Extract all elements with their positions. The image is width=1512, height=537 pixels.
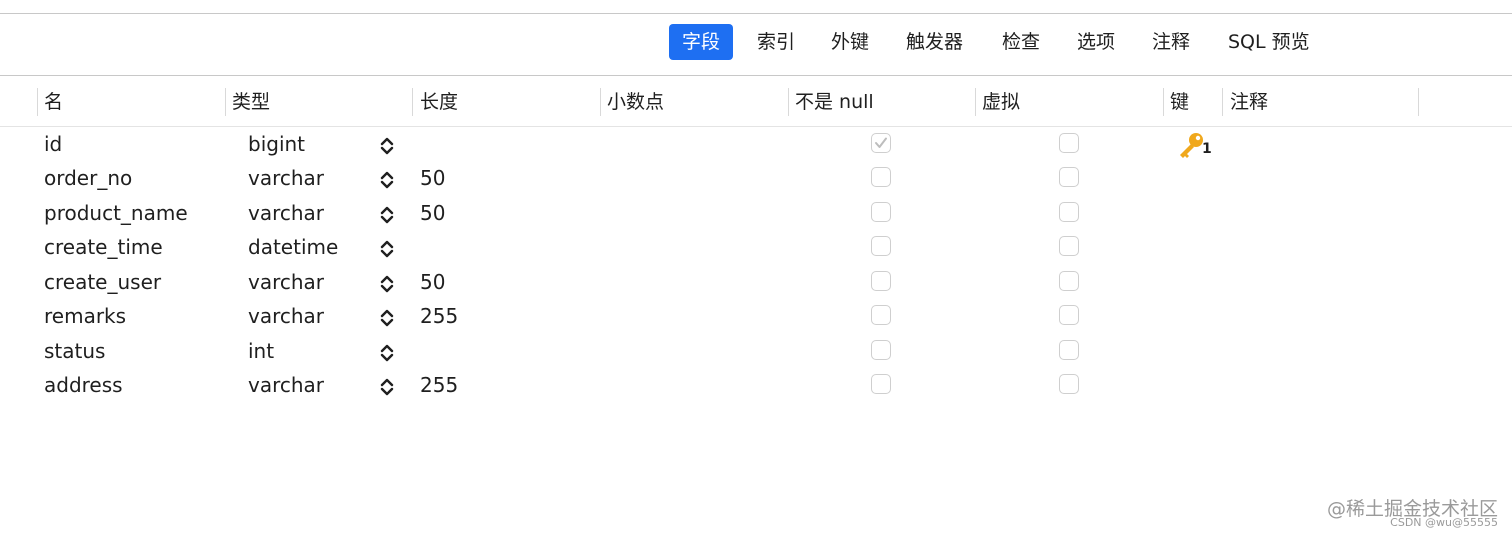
field-type-cell[interactable]: varchar: [248, 299, 324, 333]
column-header-comment[interactable]: 注释: [1230, 89, 1268, 115]
type-stepper-icon[interactable]: [378, 376, 396, 398]
not-null-checkbox[interactable]: [871, 167, 891, 187]
column-header-not-null[interactable]: 不是 null: [795, 89, 874, 115]
not-null-checkbox[interactable]: [871, 340, 891, 360]
field-length-cell[interactable]: 50: [420, 196, 445, 230]
not-null-checkbox[interactable]: [871, 305, 891, 325]
table-row[interactable]: order_no varchar 50: [0, 161, 1512, 195]
column-header-type[interactable]: 类型: [232, 89, 270, 115]
field-length-cell[interactable]: 255: [420, 299, 458, 333]
tab-indexes[interactable]: 索引: [757, 24, 795, 60]
field-name-cell[interactable]: remarks: [44, 299, 126, 333]
not-null-checkbox[interactable]: [871, 374, 891, 394]
virtual-checkbox[interactable]: [1059, 340, 1079, 360]
field-name-cell[interactable]: id: [44, 127, 62, 161]
table-row[interactable]: create_user varchar 50: [0, 265, 1512, 299]
tab-fields[interactable]: 字段: [669, 24, 734, 60]
virtual-checkbox[interactable]: [1059, 167, 1079, 187]
column-header-decimals[interactable]: 小数点: [607, 89, 664, 115]
check-icon: [875, 137, 887, 148]
table-row[interactable]: remarks varchar 255: [0, 299, 1512, 333]
virtual-checkbox[interactable]: [1059, 133, 1079, 153]
field-length-cell[interactable]: 50: [420, 265, 445, 299]
type-stepper-icon[interactable]: [378, 204, 396, 226]
field-type-cell[interactable]: varchar: [248, 265, 324, 299]
field-type-cell[interactable]: varchar: [248, 196, 324, 230]
column-separator[interactable]: [975, 88, 976, 116]
key-order-number: 1: [1202, 141, 1212, 157]
table-row[interactable]: product_name varchar 50: [0, 196, 1512, 230]
type-stepper-icon[interactable]: [378, 135, 396, 157]
column-separator[interactable]: [1163, 88, 1164, 116]
column-separator[interactable]: [788, 88, 789, 116]
column-separator[interactable]: [600, 88, 601, 116]
column-separator[interactable]: [1222, 88, 1223, 116]
field-type-cell[interactable]: varchar: [248, 368, 324, 402]
top-divider: [0, 13, 1512, 14]
table-row[interactable]: status int: [0, 334, 1512, 368]
field-name-cell[interactable]: order_no: [44, 161, 132, 195]
tab-triggers[interactable]: 触发器: [906, 24, 963, 60]
not-null-checkbox[interactable]: [871, 271, 891, 291]
field-type-cell[interactable]: int: [248, 334, 274, 368]
not-null-checkbox[interactable]: [871, 202, 891, 222]
watermark-csdn: CSDN @wu@55555: [1390, 516, 1498, 529]
type-stepper-icon[interactable]: [378, 169, 396, 191]
virtual-checkbox[interactable]: [1059, 305, 1079, 325]
column-header-virtual[interactable]: 虚拟: [982, 89, 1020, 115]
column-separator[interactable]: [225, 88, 226, 116]
field-name-cell[interactable]: status: [44, 334, 105, 368]
type-stepper-icon[interactable]: [378, 273, 396, 295]
field-length-cell[interactable]: 255: [420, 368, 458, 402]
column-separator[interactable]: [412, 88, 413, 116]
type-stepper-icon[interactable]: [378, 307, 396, 329]
type-stepper-icon[interactable]: [378, 342, 396, 364]
virtual-checkbox[interactable]: [1059, 202, 1079, 222]
table-row[interactable]: create_time datetime: [0, 230, 1512, 264]
column-header-length[interactable]: 长度: [420, 89, 458, 115]
field-type-cell[interactable]: datetime: [248, 230, 338, 264]
table-row[interactable]: address varchar 255: [0, 368, 1512, 402]
tab-checks[interactable]: 检查: [1002, 24, 1040, 60]
field-type-cell[interactable]: bigint: [248, 127, 305, 161]
not-null-checkbox[interactable]: [871, 133, 891, 153]
type-stepper-icon[interactable]: [378, 238, 396, 260]
field-name-cell[interactable]: create_user: [44, 265, 161, 299]
column-separator[interactable]: [1418, 88, 1419, 116]
header-divider: [0, 75, 1512, 76]
tab-options[interactable]: 选项: [1077, 24, 1115, 60]
field-name-cell[interactable]: create_time: [44, 230, 163, 264]
virtual-checkbox[interactable]: [1059, 236, 1079, 256]
tab-comments[interactable]: 注释: [1152, 24, 1190, 60]
table-row[interactable]: id bigint 1: [0, 127, 1512, 161]
tab-foreign-keys[interactable]: 外键: [831, 24, 869, 60]
field-type-cell[interactable]: varchar: [248, 161, 324, 195]
field-length-cell[interactable]: 50: [420, 161, 445, 195]
column-header-name[interactable]: 名: [44, 89, 63, 115]
virtual-checkbox[interactable]: [1059, 374, 1079, 394]
not-null-checkbox[interactable]: [871, 236, 891, 256]
virtual-checkbox[interactable]: [1059, 271, 1079, 291]
tab-sql-preview[interactable]: SQL 预览: [1228, 24, 1310, 60]
field-name-cell[interactable]: address: [44, 368, 123, 402]
column-separator[interactable]: [37, 88, 38, 116]
column-header-key[interactable]: 键: [1170, 89, 1189, 115]
field-name-cell[interactable]: product_name: [44, 196, 188, 230]
tab-bar: 字段 索引 外键 触发器 检查 选项 注释 SQL 预览: [0, 24, 1512, 60]
